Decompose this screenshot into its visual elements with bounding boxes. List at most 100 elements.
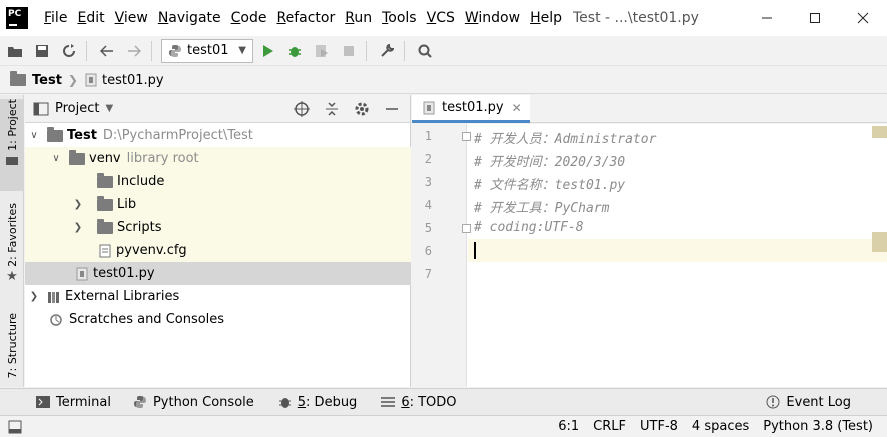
search-icon xyxy=(418,44,432,58)
debug-button[interactable] xyxy=(283,39,307,63)
chevron-down-icon[interactable]: ∨ xyxy=(49,153,63,164)
file-encoding[interactable]: UTF-8 xyxy=(640,419,678,434)
tree-item-external-libraries[interactable]: ❯ External Libraries xyxy=(25,285,411,308)
tab-terminal[interactable]: Terminal xyxy=(36,395,111,410)
chevron-right-icon[interactable]: ❯ xyxy=(71,222,85,233)
python-icon xyxy=(133,396,146,408)
coverage-button[interactable] xyxy=(310,39,334,63)
title-bar: PC File Edit View Navigate Code Refactor… xyxy=(0,0,887,36)
project-panel: Project ▼ ∨ Test D:\PycharmProject\Test … xyxy=(25,95,411,387)
fold-marker-icon[interactable] xyxy=(462,224,471,233)
toolbar-separator xyxy=(151,40,152,61)
search-everywhere-button[interactable] xyxy=(413,39,437,63)
menu-tools[interactable]: Tools xyxy=(377,0,422,36)
hide-panel-button[interactable] xyxy=(380,102,404,116)
editor-tab-bar: test01.py ✕ xyxy=(412,95,887,123)
tree-item-scripts[interactable]: ❯ Scripts xyxy=(25,216,411,239)
menu-vcs[interactable]: VCS xyxy=(422,0,460,36)
tree-item-root[interactable]: ∨ Test D:\PycharmProject\Test xyxy=(25,124,411,147)
scrollbar-marker[interactable] xyxy=(872,232,887,252)
minimize-icon xyxy=(386,107,398,110)
tree-item-scratches[interactable]: Scratches and Consoles xyxy=(25,308,411,331)
stop-icon xyxy=(344,45,354,56)
status-bar: 6:1 CRLF UTF-8 4 spaces Python 3.8 (Test… xyxy=(0,415,887,437)
tab-debug[interactable]: 5: Debug xyxy=(278,394,358,410)
chevron-right-icon[interactable]: ❯ xyxy=(27,291,41,302)
chevron-right-icon[interactable]: ❯ xyxy=(71,199,85,210)
indent-setting[interactable]: 4 spaces xyxy=(692,419,749,434)
chevron-down-icon[interactable]: ∨ xyxy=(27,130,41,141)
menu-code[interactable]: Code xyxy=(226,0,272,36)
tree-root-path: D:\PycharmProject\Test xyxy=(102,128,253,143)
tab-project[interactable]: 1: Project xyxy=(0,99,24,191)
tree-root-label: Test xyxy=(67,128,97,143)
close-window-button[interactable] xyxy=(839,0,887,36)
tab-structure-label: 7: Structure xyxy=(5,313,19,379)
breadcrumb-project-label: Test xyxy=(32,72,62,88)
menu-edit[interactable]: Edit xyxy=(72,0,109,36)
toolbar-separator xyxy=(366,40,367,61)
menu-window[interactable]: Window xyxy=(460,0,525,36)
stop-button[interactable] xyxy=(337,39,361,63)
menu-refactor[interactable]: Refactor xyxy=(271,0,340,36)
text-caret xyxy=(474,242,476,259)
run-configuration-select[interactable]: test01 ▼ xyxy=(161,38,253,63)
menu-view[interactable]: View xyxy=(110,0,153,36)
menu-help[interactable]: Help xyxy=(525,0,567,36)
tab-favorites[interactable]: 2: Favorites ★ xyxy=(0,203,24,295)
panel-settings-button[interactable] xyxy=(350,101,374,117)
tab-todo[interactable]: 6: TODO xyxy=(381,395,457,410)
code-line: # 开发时间：2020/3/30 xyxy=(474,155,626,170)
chevron-down-icon[interactable]: ▼ xyxy=(105,103,113,114)
scrollbar-marker[interactable] xyxy=(872,126,887,138)
tree-item-venv[interactable]: ∨ venv library root xyxy=(25,147,411,170)
cursor-position[interactable]: 6:1 xyxy=(558,419,579,434)
project-panel-title[interactable]: Project xyxy=(55,101,99,116)
breadcrumb-project[interactable]: Test xyxy=(10,71,62,88)
breadcrumb-separator-icon: ❯ xyxy=(67,73,78,87)
menu-run[interactable]: Run xyxy=(340,0,377,36)
tree-item-test01[interactable]: test01.py xyxy=(25,262,411,285)
tab-project-label: 1: Project xyxy=(5,99,19,151)
breadcrumb-file[interactable]: test01.py xyxy=(84,73,164,88)
sync-button[interactable] xyxy=(57,39,81,63)
bug-icon xyxy=(289,46,301,57)
close-tab-icon[interactable]: ✕ xyxy=(512,101,522,115)
collapse-all-button[interactable] xyxy=(320,101,344,117)
tab-event-log[interactable]: Event Log xyxy=(766,395,851,410)
maximize-icon xyxy=(810,13,820,23)
logo-text: PC xyxy=(8,9,22,19)
back-button[interactable] xyxy=(95,39,119,63)
tree-test01-label: test01.py xyxy=(93,266,155,281)
code-line: # coding:UTF-8 xyxy=(474,220,584,235)
tab-structure[interactable]: 7: Structure xyxy=(0,313,24,385)
minimize-button[interactable] xyxy=(743,0,791,36)
forward-button[interactable] xyxy=(122,39,146,63)
settings-button[interactable] xyxy=(375,39,399,63)
tree-item-lib[interactable]: ❯ Lib xyxy=(25,193,411,216)
python-interpreter[interactable]: Python 3.8 (Test) xyxy=(763,419,873,434)
line-separator[interactable]: CRLF xyxy=(593,419,626,434)
fold-marker-icon[interactable] xyxy=(462,132,471,141)
project-view-icon xyxy=(33,102,49,115)
tab-debug-label: 5: Debug xyxy=(297,394,358,410)
gear-icon xyxy=(355,102,369,115)
tree-item-include[interactable]: Include xyxy=(25,170,411,193)
open-button[interactable] xyxy=(3,39,27,63)
maximize-button[interactable] xyxy=(791,0,839,36)
open-folder-icon xyxy=(8,46,22,57)
arrow-right-icon xyxy=(128,44,141,57)
tab-test01[interactable]: test01.py ✕ xyxy=(412,95,530,123)
save-all-button[interactable] xyxy=(30,39,54,63)
run-button[interactable] xyxy=(256,39,280,63)
code-line: # 开发工具：PyCharm xyxy=(474,201,610,216)
sync-icon xyxy=(63,43,75,57)
menu-file[interactable]: File xyxy=(39,0,72,36)
tree-item-pyvenv[interactable]: pyvenv.cfg xyxy=(25,239,411,262)
tool-windows-icon[interactable] xyxy=(8,420,22,434)
folder-icon xyxy=(97,195,113,211)
tab-python-console[interactable]: Python Console xyxy=(133,395,254,410)
code-editor[interactable]: 1 2 3 4 5 6 7 # 开发人员：Administrator # 开发时… xyxy=(412,124,887,387)
menu-navigate[interactable]: Navigate xyxy=(153,0,226,36)
locate-file-button[interactable] xyxy=(290,100,314,117)
